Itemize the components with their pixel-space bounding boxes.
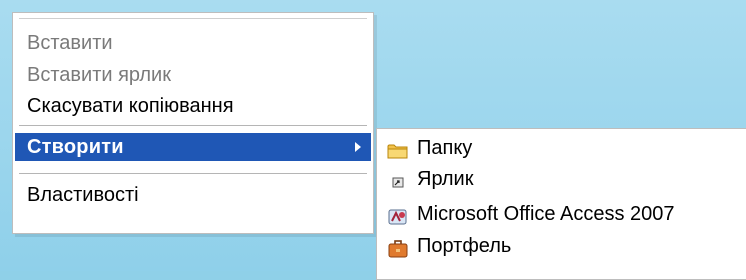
menu-item-paste[interactable]: Вставити xyxy=(15,29,371,57)
context-menu: Вставити Вставити ярлик Скасувати копіюв… xyxy=(12,12,374,234)
shortcut-icon xyxy=(387,170,409,188)
menu-item-create[interactable]: Створити xyxy=(15,133,371,161)
create-submenu: Папку Ярлик Microsoft Office Access 2007 xyxy=(376,128,746,280)
menu-separator xyxy=(19,125,367,127)
submenu-item-briefcase[interactable]: Портфель xyxy=(377,231,746,261)
briefcase-icon xyxy=(387,237,409,258)
menu-item-label: Вставити ярлик xyxy=(27,64,171,86)
folder-icon xyxy=(387,139,409,159)
submenu-item-label: Microsoft Office Access 2007 xyxy=(417,203,675,225)
submenu-arrow-icon xyxy=(355,142,361,152)
submenu-item-folder[interactable]: Папку xyxy=(377,133,746,163)
access-icon xyxy=(387,205,409,225)
submenu-item-label: Портфель xyxy=(417,235,512,257)
menu-item-label: Вставити xyxy=(27,32,113,54)
submenu-item-access[interactable]: Microsoft Office Access 2007 xyxy=(377,199,746,229)
submenu-item-label: Папку xyxy=(417,137,473,159)
menu-item-label: Скасувати копіювання xyxy=(27,95,234,117)
menu-item-paste-shortcut[interactable]: Вставити ярлик xyxy=(15,61,371,89)
menu-item-properties[interactable]: Властивості xyxy=(15,181,371,209)
menu-separator xyxy=(19,18,367,20)
submenu-item-shortcut[interactable]: Ярлик xyxy=(377,164,746,194)
menu-item-undo-copy[interactable]: Скасувати копіювання xyxy=(15,92,371,120)
menu-item-label: Властивості xyxy=(27,184,139,206)
menu-item-label: Створити xyxy=(27,136,124,158)
menu-separator xyxy=(19,173,367,175)
submenu-item-label: Ярлик xyxy=(417,168,474,190)
